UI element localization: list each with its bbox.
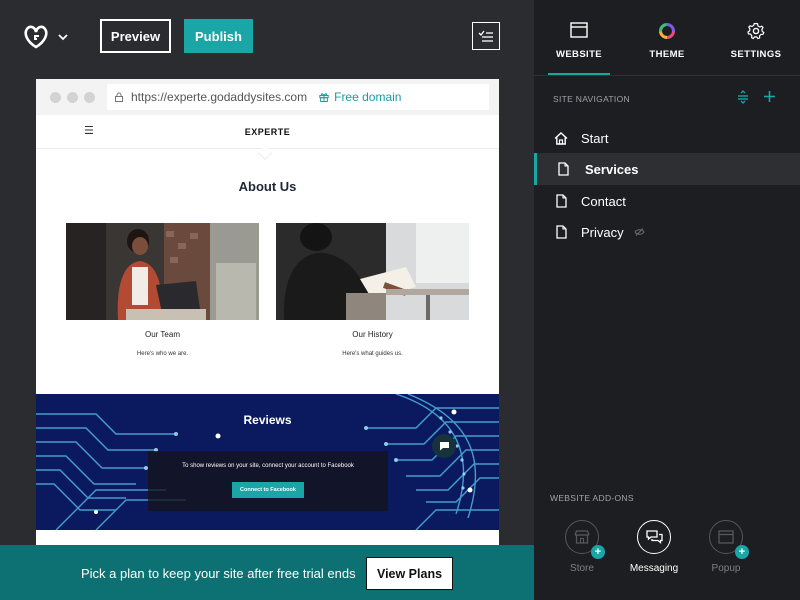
- checklist-button[interactable]: [472, 22, 500, 50]
- addon-store[interactable]: + Store: [552, 520, 612, 574]
- reviews-connect-box: To show reviews on your site, connect yo…: [148, 451, 388, 511]
- url-bar: https://experte.godaddysites.com Free do…: [107, 84, 489, 110]
- addon-label: Messaging: [629, 563, 679, 574]
- tab-settings[interactable]: SETTINGS: [728, 0, 784, 75]
- reorder-icon[interactable]: [737, 90, 749, 104]
- messaging-icon: [645, 530, 663, 544]
- home-icon: [554, 131, 568, 145]
- chat-button[interactable]: [432, 434, 456, 458]
- addon-label: Popup: [711, 563, 741, 574]
- reviews-message: To show reviews on your site, connect yo…: [182, 463, 354, 469]
- about-heading: About Us: [238, 179, 297, 194]
- team-subtitle: Here's who we are.: [136, 351, 189, 357]
- tab-website[interactable]: WEBSITE: [548, 0, 610, 75]
- add-page-icon[interactable]: [763, 90, 776, 103]
- hamburger-menu-icon[interactable]: ☰: [84, 124, 94, 137]
- nav-item-privacy[interactable]: Privacy: [534, 216, 800, 248]
- connect-facebook-button[interactable]: Connect to Facebook: [232, 482, 304, 498]
- team-card: Our Team Here's who we are.: [66, 223, 259, 357]
- addon-label: Store: [570, 563, 594, 574]
- team-caption: Our Team: [145, 330, 180, 339]
- header-notch: [257, 145, 273, 161]
- window-dot: [84, 91, 95, 103]
- site-navigation-heading: SITE NAVIGATION: [553, 94, 630, 104]
- tab-website-label: WEBSITE: [555, 49, 603, 60]
- nav-item-label: Start: [581, 130, 609, 146]
- lock-icon: [115, 92, 123, 102]
- browser-bar: https://experte.godaddysites.com Free do…: [36, 79, 499, 115]
- free-domain-link[interactable]: Free domain: [319, 90, 401, 104]
- nav-item-start[interactable]: Start: [534, 122, 800, 154]
- history-card: Our History Here's what guides us.: [276, 223, 469, 357]
- popup-icon: [718, 530, 734, 544]
- preview-button[interactable]: Preview: [100, 19, 171, 53]
- team-photo: [66, 223, 259, 320]
- chevron-down-icon: [58, 34, 68, 41]
- history-photo: [276, 223, 469, 320]
- site-navigation-tools: [737, 90, 776, 104]
- eye-hidden-icon: [634, 228, 645, 236]
- nav-item-contact[interactable]: Contact: [534, 185, 800, 217]
- nav-item-label: Contact: [581, 193, 626, 209]
- url-text: https://experte.godaddysites.com: [131, 90, 308, 104]
- checklist-icon: [478, 30, 493, 42]
- gear-icon: [747, 22, 765, 40]
- history-caption: Our History: [352, 330, 393, 339]
- page-icon: [555, 194, 567, 208]
- nav-item-label: Services: [585, 161, 639, 177]
- add-addon-icon: +: [591, 545, 605, 559]
- editor-side-panel: WEBSITE THEME SETTINGS SITE NAVIGATION S…: [534, 0, 800, 600]
- view-plans-button[interactable]: View Plans: [366, 557, 453, 590]
- window-icon: [570, 22, 588, 38]
- addon-popup[interactable]: + Popup: [696, 520, 756, 574]
- page-icon: [557, 162, 569, 176]
- site-title: EXPERTE: [244, 126, 291, 137]
- page-icon: [555, 225, 567, 239]
- window-dot: [67, 91, 78, 103]
- tab-theme-label: THEME: [649, 49, 685, 60]
- addon-messaging[interactable]: Messaging: [624, 520, 684, 574]
- reviews-heading: Reviews: [243, 413, 292, 427]
- nav-item-services[interactable]: Services: [534, 153, 800, 185]
- reviews-section: Reviews To show reviews on your site, co…: [36, 394, 499, 530]
- trial-banner: Pick a plan to keep your site after free…: [0, 545, 534, 600]
- history-subtitle: Here's what guides us.: [342, 351, 403, 357]
- gift-icon: [319, 93, 329, 102]
- nav-item-label: Privacy: [581, 224, 624, 240]
- godaddy-logo-icon: [24, 25, 48, 49]
- tab-settings-label: SETTINGS: [730, 49, 782, 60]
- tab-theme[interactable]: THEME: [640, 0, 694, 75]
- window-dot: [50, 91, 61, 103]
- person-reading-image: [276, 223, 469, 320]
- godaddy-logo-menu[interactable]: [22, 22, 74, 52]
- chat-bubble-icon: [439, 442, 449, 451]
- tab-divider: [534, 75, 800, 76]
- trial-banner-text: Pick a plan to keep your site after free…: [81, 566, 356, 581]
- site-preview-frame: https://experte.godaddysites.com Free do…: [36, 79, 499, 545]
- color-wheel-icon: [659, 23, 675, 39]
- free-domain-label: Free domain: [334, 90, 402, 104]
- publish-button[interactable]: Publish: [184, 19, 253, 53]
- add-addon-icon: +: [735, 545, 749, 559]
- website-addons-heading: WEBSITE ADD-ONS: [550, 493, 634, 503]
- woman-laptop-image: [66, 223, 259, 320]
- site-header: ☰ EXPERTE: [36, 115, 499, 161]
- store-icon: [574, 530, 590, 544]
